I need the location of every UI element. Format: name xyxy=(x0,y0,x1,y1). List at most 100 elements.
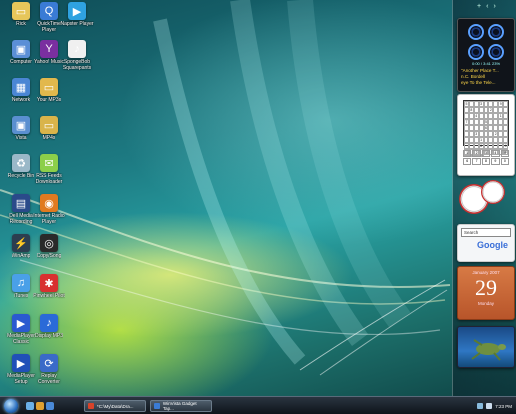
desktop-icon-label: Copy/Song xyxy=(36,253,62,259)
switch-windows-icon[interactable] xyxy=(36,402,44,410)
desktop-icon-label: Rick xyxy=(16,21,26,27)
next-page-button[interactable]: › xyxy=(493,3,495,10)
mp4-folder-icon: ▭ xyxy=(40,116,58,134)
desktop-icon-label: Internet Radio Player xyxy=(33,213,65,225)
rss-icon: ✉ xyxy=(40,154,58,172)
clock-gadget[interactable] xyxy=(457,180,513,218)
media-player-setup-icon: ▶ xyxy=(12,354,30,372)
sudoku-number-button[interactable]: 6 xyxy=(463,158,472,165)
media-line: eye To the Tele... xyxy=(461,80,496,85)
volume-tray-icon[interactable] xyxy=(486,403,493,409)
search-gadget: Search Google xyxy=(457,224,515,262)
media-player-gadget[interactable]: 0:00 / 3:41 23% "Another Place T... n.C.… xyxy=(457,18,515,92)
show-desktop-icon[interactable] xyxy=(26,402,34,410)
sudoku-number-button[interactable]: 3 xyxy=(481,150,491,157)
mp3-folder-icon: ▭ xyxy=(40,78,58,96)
desktop-icon-label: Computer xyxy=(10,59,32,65)
taskbar-button-label: WinVista Gadget Tap... xyxy=(162,401,197,411)
desktop-icon-label: Pinwheel Pilot xyxy=(33,293,65,299)
sudoku-number-button[interactable]: 2 xyxy=(472,150,481,157)
desktop-icon[interactable]: ✱ Pinwheel Pilot xyxy=(30,274,68,299)
google-logo: Google xyxy=(477,240,508,250)
calendar-day: 29 xyxy=(475,275,497,300)
sudoku-number-pad[interactable]: 12345 67890 xyxy=(463,150,509,165)
taskbar-button-label: *C:\My\Data\Dra... xyxy=(97,403,134,409)
desktop-icon-label: Display MP3 xyxy=(34,333,64,339)
sudoku-number-button[interactable]: 7 xyxy=(472,158,481,165)
calendar-gadget[interactable]: January 2007 29 Monday xyxy=(457,266,515,320)
copy-song-icon: ◎ xyxy=(40,234,58,252)
sudoku-number-button[interactable]: 8 xyxy=(481,158,491,165)
media-track-info: "Another Place T... n.C. Bordell eye To … xyxy=(458,66,514,88)
windows-sidebar: + ‹ › 0:00 / 3:41 23% "Another Place T..… xyxy=(452,0,516,398)
napster-icon: ▶ xyxy=(68,2,86,20)
sudoku-grid[interactable]: 5398241756321648 xyxy=(463,100,509,157)
computer-icon: ▣ xyxy=(12,40,30,58)
desktop-icon-label: Replay Converter xyxy=(38,373,60,385)
start-button[interactable] xyxy=(4,399,18,413)
desktop-icon[interactable]: ◉ Internet Radio Player xyxy=(30,194,68,225)
sudoku-number-button[interactable]: 0 xyxy=(500,158,509,165)
pinwheel-icon: ✱ xyxy=(40,274,58,292)
taskbar-button[interactable]: WinVista Gadget Tap... xyxy=(150,400,212,412)
media-player-classic-icon: ▶ xyxy=(12,314,30,332)
rick-folder-icon: ▭ xyxy=(12,2,30,20)
desktop: ▭ Rick Q QuickTime Player ▶ Napster Player ▣ Co… xyxy=(0,0,516,414)
desktop-icon[interactable]: ▶ Napster Player xyxy=(58,2,96,27)
slideshow-gadget[interactable] xyxy=(457,326,515,368)
itunes-icon: ♫ xyxy=(12,274,30,292)
desktop-icon[interactable]: ♪ SpongeBob Squarepants xyxy=(58,40,96,71)
turtle-photo-icon xyxy=(471,339,506,361)
prev-page-button[interactable]: ‹ xyxy=(486,3,488,10)
radio-player-icon: ◉ xyxy=(40,194,58,212)
winamp-icon: ⚡ xyxy=(12,234,30,252)
desktop-icon-label: MP4s xyxy=(42,135,56,141)
app-icon xyxy=(88,403,94,409)
yahoo-music-icon: Y xyxy=(40,40,58,58)
replay-converter-icon: ⟳ xyxy=(40,354,58,372)
speaker-icon[interactable] xyxy=(488,44,504,60)
display-mp3-icon: ♪ xyxy=(40,314,58,332)
desktop-icon-label: SpongeBob Squarepants xyxy=(62,59,92,71)
speaker-icon[interactable] xyxy=(468,44,484,60)
sudoku-number-button[interactable]: 9 xyxy=(491,158,500,165)
desktop-icon[interactable]: ▭ MP4s xyxy=(30,116,68,141)
speaker-icon[interactable] xyxy=(488,24,504,40)
sudoku-number-button[interactable]: 4 xyxy=(491,150,500,157)
desktop-icon[interactable]: ✉ RSS Feeds Downloader xyxy=(30,154,68,185)
desktop-icon-label: Your MP3s xyxy=(36,97,62,103)
sidebar-controls: + ‹ › xyxy=(477,3,496,10)
clock-face-icon xyxy=(481,180,505,204)
search-input[interactable]: Search xyxy=(461,228,511,237)
desktop-icon-label: Vista xyxy=(15,135,27,141)
sudoku-gadget[interactable]: 5398241756321648 1234567890 xyxy=(457,94,515,176)
speaker-icon[interactable] xyxy=(468,24,484,40)
calendar-weekday: Monday xyxy=(477,301,494,306)
taskbar-button[interactable]: *C:\My\Data\Dra... xyxy=(84,400,146,412)
network-tray-icon[interactable] xyxy=(477,403,484,409)
spongebob-icon: ♪ xyxy=(68,40,86,58)
desktop-icon-label: RSS Feeds Downloader xyxy=(35,173,63,185)
desktop-icon[interactable]: ⟳ Replay Converter xyxy=(30,354,68,385)
desktop-icon-label: WinAmp xyxy=(11,253,31,259)
sudoku-number-button[interactable]: 5 xyxy=(500,150,509,157)
app-icon xyxy=(154,403,160,409)
desktop-icon[interactable]: ♪ Display MP3 xyxy=(30,314,68,339)
desktop-icon[interactable]: ▭ Your MP3s xyxy=(30,78,68,103)
quicktime-icon: Q xyxy=(40,2,58,20)
add-gadget-button[interactable]: + xyxy=(477,3,481,10)
sudoku-number-button[interactable]: 1 xyxy=(463,150,472,157)
desktop-icon-label: Network xyxy=(11,97,31,103)
clock[interactable]: 7:23 PM xyxy=(495,404,512,409)
desktop-icon-label: Napster Player xyxy=(60,21,94,27)
recycle-bin-icon: ♻ xyxy=(12,154,30,172)
taskbar: *C:\My\Data\Dra... WinVista Gadget Tap..… xyxy=(0,396,516,414)
media-recording-icon: ▤ xyxy=(12,194,30,212)
system-tray: 7:23 PM xyxy=(477,403,512,409)
vista-folder-icon: ▣ xyxy=(12,116,30,134)
quick-launch xyxy=(26,402,54,410)
calendar-month: January 2007 xyxy=(472,270,500,275)
internet-explorer-icon[interactable] xyxy=(46,402,54,410)
desktop-icon[interactable]: ◎ Copy/Song xyxy=(30,234,68,259)
desktop-icon-label: iTunes xyxy=(13,293,29,299)
